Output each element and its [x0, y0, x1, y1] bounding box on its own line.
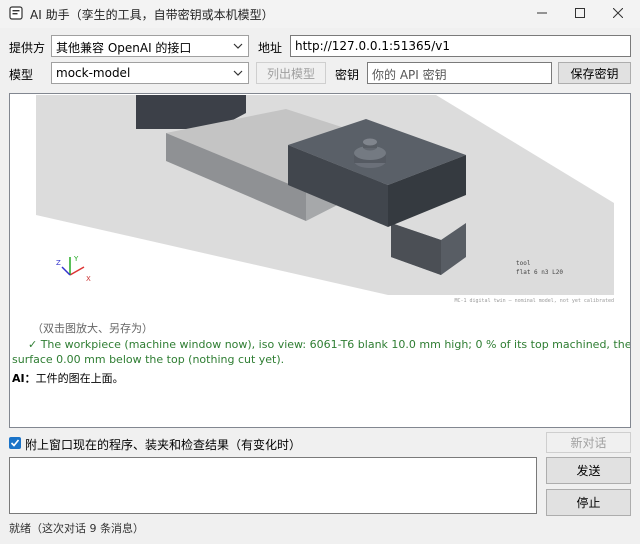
model-select[interactable]: mock-model	[51, 62, 249, 84]
ai-prefix: AI：	[12, 372, 36, 385]
status-message-line2: surface 0.00 mm below the top (nothing c…	[12, 353, 285, 366]
check-icon	[10, 438, 20, 448]
address-label: 地址	[258, 41, 283, 55]
api-key-field[interactable]: 你的 API 密钥	[367, 62, 552, 84]
attach-label[interactable]: 附上窗口现在的程序、装夹和检查结果（有变化时）	[25, 436, 301, 453]
status-bar-text: 就绪（这次对话 9 条消息）	[9, 522, 144, 535]
window-title: AI 助手（孪生的工具，自带密钥或本机模型）	[30, 8, 274, 22]
axis-z-label: Z	[56, 259, 61, 267]
ai-message: AI：工件的图在上面。	[12, 370, 124, 386]
chat-transcript[interactable]: X Y Z tool flat 6 n3 L20 MC-1 digital tw…	[9, 93, 631, 428]
app-icon	[9, 6, 23, 20]
close-icon	[612, 7, 624, 21]
title-bar: AI 助手（孪生的工具，自带密钥或本机模型）	[0, 0, 640, 28]
key-label: 密钥	[335, 68, 360, 82]
save-key-button[interactable]: 保存密钥	[558, 62, 631, 84]
chevron-down-icon	[232, 67, 244, 79]
address-field[interactable]: http://127.0.0.1:51365/v1	[290, 35, 631, 57]
ai-message-text: 工件的图在上面。	[35, 372, 124, 385]
stop-button[interactable]: 停止	[546, 489, 631, 516]
send-button[interactable]: 发送	[546, 457, 631, 484]
workpiece-viewport-image[interactable]: X Y Z tool flat 6 n3 L20 MC-1 digital tw…	[36, 95, 624, 309]
close-button[interactable]	[596, 0, 640, 28]
status-message-line1: ✓ The workpiece (machine window now), is…	[28, 338, 631, 351]
minimize-icon	[537, 7, 547, 21]
tool-spec-label: flat 6 n3 L20	[516, 269, 563, 276]
new-chat-button[interactable]: 新对话	[546, 432, 631, 453]
axis-triad-icon: X Y Z	[56, 255, 91, 283]
provider-label: 提供方	[9, 41, 46, 55]
model-label: 模型	[9, 68, 34, 82]
viewport-footer-note: MC-1 digital twin — nominal model, not y…	[454, 298, 614, 304]
attach-checkbox[interactable]	[9, 437, 21, 449]
image-hint: （双击图放大、另存为）	[32, 322, 153, 335]
provider-select[interactable]: 其他兼容 OpenAI 的接口	[51, 35, 249, 57]
axis-y-label: Y	[73, 255, 79, 263]
list-models-button[interactable]: 列出模型	[256, 62, 326, 84]
message-input[interactable]	[9, 457, 537, 514]
chevron-down-icon	[232, 40, 244, 52]
provider-value: 其他兼容 OpenAI 的接口	[56, 41, 192, 55]
tool-label: tool	[516, 260, 531, 267]
axis-x-label: X	[86, 275, 91, 283]
maximize-icon	[575, 7, 585, 21]
model-value: mock-model	[56, 66, 131, 80]
